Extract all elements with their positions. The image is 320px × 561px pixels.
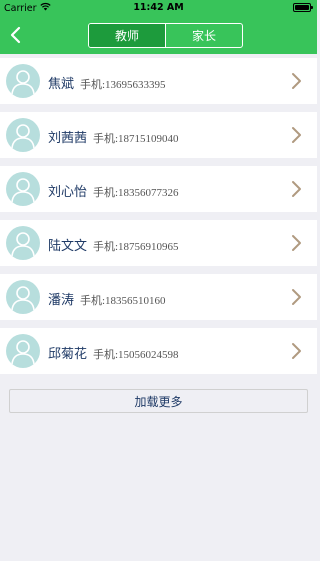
chevron-right-icon: [292, 235, 301, 251]
segmented-control: 教师 家长: [88, 23, 243, 48]
user-icon: [11, 340, 35, 365]
avatar: [6, 118, 40, 152]
tab-teachers[interactable]: 教师: [89, 24, 165, 47]
list-item[interactable]: 刘茜茜 手机:18715109040: [0, 112, 317, 158]
avatar: [6, 226, 40, 260]
contact-name: 刘茜茜: [48, 131, 88, 146]
contact-name: 刘心怡: [48, 185, 88, 200]
avatar: [6, 172, 40, 206]
contact-phone: 手机:13695633395: [80, 79, 166, 91]
list-item[interactable]: 邱菊花 手机:15056024598: [0, 328, 317, 374]
back-button[interactable]: [8, 25, 26, 45]
contact-name: 潘涛: [48, 293, 75, 308]
avatar: [6, 334, 40, 368]
chevron-right-icon: [292, 127, 301, 143]
avatar: [6, 280, 40, 314]
load-more-button[interactable]: 加载更多: [9, 389, 308, 413]
contact-name: 陆文文: [48, 239, 88, 254]
status-time: 11:42 AM: [133, 2, 184, 13]
avatar: [6, 64, 40, 98]
contact-phone: 手机:18756910965: [93, 241, 179, 253]
user-icon: [11, 70, 35, 95]
contact-name: 焦斌: [48, 77, 75, 92]
user-icon: [11, 178, 35, 203]
list-item[interactable]: 陆文文 手机:18756910965: [0, 220, 317, 266]
tab-parents[interactable]: 家长: [165, 24, 242, 47]
contact-name: 邱菊花: [48, 347, 88, 362]
status-bar: Carrier 11:42 AM: [0, 0, 317, 16]
user-icon: [11, 232, 35, 257]
list-item[interactable]: 潘涛 手机:18356510160: [0, 274, 317, 320]
chevron-left-icon: [10, 26, 21, 44]
contact-phone: 手机:18715109040: [93, 133, 179, 145]
list-item[interactable]: 焦斌 手机:13695633395: [0, 58, 317, 104]
battery-icon: [293, 3, 313, 12]
contact-phone: 手机:18356510160: [80, 295, 166, 307]
chevron-right-icon: [292, 181, 301, 197]
chevron-right-icon: [292, 73, 301, 89]
list-item[interactable]: 刘心怡 手机:18356077326: [0, 166, 317, 212]
chevron-right-icon: [292, 343, 301, 359]
chevron-right-icon: [292, 289, 301, 305]
nav-bar: 教师 家长: [0, 16, 317, 54]
user-icon: [11, 286, 35, 311]
contact-phone: 手机:18356077326: [93, 187, 179, 199]
contact-phone: 手机:15056024598: [93, 349, 179, 361]
user-icon: [11, 124, 35, 149]
